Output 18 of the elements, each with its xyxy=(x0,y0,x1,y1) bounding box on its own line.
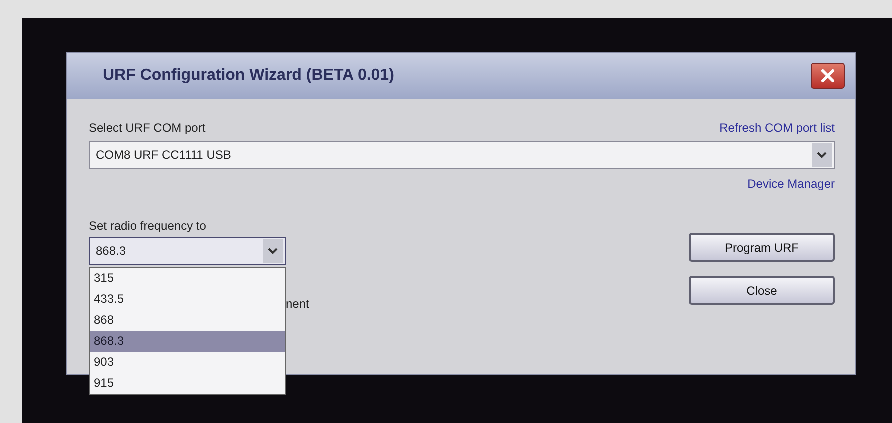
window-title: URF Configuration Wizard (BETA 0.01) xyxy=(103,67,394,85)
com-port-label: Select URF COM port xyxy=(89,121,206,135)
program-button[interactable]: Program URF xyxy=(689,233,835,262)
close-icon xyxy=(820,68,836,84)
frequency-option[interactable]: 868 xyxy=(90,310,285,331)
refresh-link[interactable]: Refresh COM port list xyxy=(720,121,835,135)
device-manager-link[interactable]: Device Manager xyxy=(748,177,835,191)
frequency-option[interactable]: 433.5 xyxy=(90,289,285,310)
com-port-dropdown[interactable]: COM8 URF CC1111 USB xyxy=(89,141,835,169)
frequency-option[interactable]: 903 xyxy=(90,352,285,373)
frequency-dropdown[interactable]: 868.3 xyxy=(89,237,286,265)
frequency-option[interactable]: 868.3 xyxy=(90,331,285,352)
close-button[interactable] xyxy=(811,63,845,89)
frequency-label: Set radio frequency to xyxy=(89,219,208,233)
close-dialog-button[interactable]: Close xyxy=(689,276,835,305)
frequency-option[interactable]: 915 xyxy=(90,373,285,394)
option-label: nent xyxy=(286,297,310,311)
frequency-option[interactable]: 315 xyxy=(90,268,285,289)
